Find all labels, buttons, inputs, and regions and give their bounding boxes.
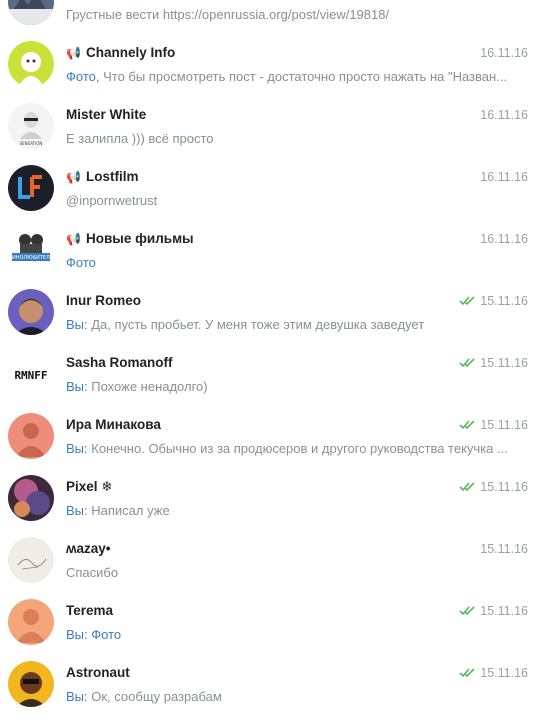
chat-name: Mister White [66,107,147,122]
message-preview: Грустные вести https://openrussia.org/po… [66,7,390,22]
message-preview: Вы: Конечно. Обычно из за продюсеров и д… [66,441,508,456]
double-check-icon [459,358,475,368]
chat-date: 15.11.16 [480,542,528,556]
message-prefix: Вы: [66,379,88,394]
message-prefix: Вы: Фото [66,627,122,642]
chat-name: Pixel ❄ [66,479,113,494]
chat-item-lostfilm[interactable]: 📢 Lostfilm 16.11.16 @inpornwetrust [0,158,538,220]
chat-list: Грустные вести https://openrussia.org/po… [0,0,538,722]
chat-date: 16.11.16 [480,46,528,60]
message-prefix: Вы: [66,689,88,704]
double-check-icon [459,606,475,616]
double-check-icon [459,296,475,306]
message-preview: Вы: Фото [66,626,528,644]
chat-item-mazay[interactable]: ʍazay• 15.11.16 Спасибо [0,530,538,592]
avatar [8,41,54,87]
message-prefix: Вы: [66,317,88,332]
megaphone-icon: 📢 [66,170,81,184]
message-preview: @inpornwetrust [66,193,158,208]
chat-item-terema[interactable]: Terema 15.11.16 Вы: Фото [0,592,538,654]
message-prefix: Вы: [66,441,88,456]
megaphone-icon: 📢 [66,46,81,60]
megaphone-icon: 📢 [66,232,81,246]
chat-date: 15.11.16 [459,478,528,496]
chat-item-channely-info[interactable]: 📢 Channely Info 16.11.16 Фото, Что бы про… [0,34,538,96]
chat-date: 15.11.16 [459,416,528,434]
avatar [8,599,54,645]
chat-name: Astronaut [66,665,130,680]
chat-item-new-movies[interactable]: КИНОЛЮБИТЕЛИ 📢 Новые фильмы 16.11.16 Фото [0,220,538,282]
avatar [8,413,54,459]
message-preview: Спасибо [66,565,119,580]
chat-item-sasha-romanoff[interactable]: RMNFF Sasha Romanoff 15.11.16 Вы: Похоже… [0,344,538,406]
chat-name: 📢 Новые фильмы [66,231,194,246]
message-prefix: Фото, [66,69,100,84]
chat-name: 📢 Channely Info [66,45,176,60]
chat-date: 15.11.16 [459,354,528,372]
avatar [8,537,54,583]
chat-item-mister-white[interactable]: SENSATION Mister White 16.11.16 Е залипл… [0,96,538,158]
message-prefix: Вы: [66,503,88,518]
chat-item-ira-minakova[interactable]: Ира Минакова 15.11.16 Вы: Конечно. Обычн… [0,406,538,468]
avatar-caption: SENSATION [20,141,43,146]
message-preview: Фото [66,254,528,272]
avatar: SENSATION [8,103,54,149]
chat-name: Inur Romeo [66,293,142,308]
message-preview: Фото, Что бы просмотреть пост - достаточ… [66,69,508,84]
avatar-caption: RMNFF [14,369,47,382]
chat-item-gloomy-news[interactable]: Грустные вести https://openrussia.org/po… [0,0,538,34]
message-preview: Вы: Ок, сообщу разрабам [66,689,222,704]
avatar-caption: КИНОЛЮБИТЕЛИ [8,255,53,261]
chat-item-inur-romeo[interactable]: Inur Romeo 15.11.16 Вы: Да, пусть пробье… [0,282,538,344]
chat-item-astronaut[interactable]: Astronaut 15.11.16 Вы: Ок, сообщу разраб… [0,654,538,716]
double-check-icon [459,668,475,678]
avatar [8,0,54,25]
avatar [8,475,54,521]
avatar: КИНОЛЮБИТЕЛИ [8,227,54,273]
message-preview: Вы: Да, пусть пробьет. У меня тоже этим … [66,317,425,332]
chat-date: 15.11.16 [459,664,528,682]
message-preview: Вы: Похоже ненадолго) [66,379,208,394]
chat-date: 15.11.16 [459,602,528,620]
message-preview: Вы: Написал уже [66,503,170,518]
avatar [8,289,54,335]
avatar: RMNFF [8,351,54,397]
chat-name: Terema [66,603,114,618]
chat-name: Ира Минакова [66,417,161,432]
chat-name: ʍazay• [66,541,111,556]
avatar [8,165,54,211]
avatar [8,661,54,707]
chat-name: Sasha Romanoff [66,355,173,370]
chat-name: 📢 Lostfilm [66,169,139,184]
chat-date: 15.11.16 [459,292,528,310]
double-check-icon [459,420,475,430]
chat-date: 16.11.16 [480,108,528,122]
chat-date: 16.11.16 [480,232,528,246]
message-preview: Е залипла ))) всё просто [66,131,214,146]
message-prefix: Фото [66,255,96,270]
chat-date: 16.11.16 [480,170,528,184]
chat-item-pixel[interactable]: Pixel ❄ 15.11.16 Вы: Написал уже [0,468,538,530]
double-check-icon [459,482,475,492]
